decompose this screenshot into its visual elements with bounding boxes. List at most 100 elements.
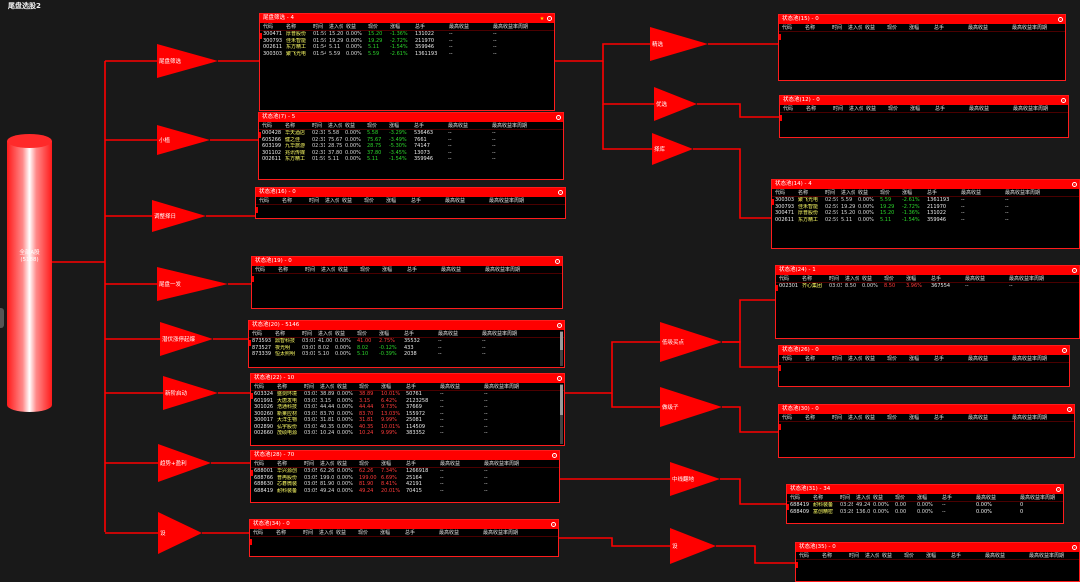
column-header[interactable]: 名称 <box>274 383 301 390</box>
gear-icon[interactable]: · <box>1072 545 1077 550</box>
column-header[interactable]: 代码 <box>780 105 803 112</box>
column-header[interactable]: 最高收益率周期 <box>1009 24 1053 31</box>
column-header[interactable]: 最高收益率周期 <box>480 529 524 536</box>
column-header[interactable]: 进入价 <box>326 23 343 30</box>
column-header[interactable]: 最高收益率周期 <box>1010 105 1054 112</box>
column-header[interactable]: 时间 <box>302 266 318 273</box>
column-header[interactable]: 最高收益率周期 <box>479 330 523 337</box>
column-header[interactable]: 现价 <box>365 23 387 30</box>
column-header[interactable]: 名称 <box>283 23 310 30</box>
column-header[interactable]: 最高收益 <box>446 23 490 30</box>
gear-icon[interactable]: · <box>1072 182 1077 187</box>
column-header[interactable]: 收益 <box>335 266 357 273</box>
table-row[interactable]: 873339 恒太照明 03:01 5.10 0.00% 5.10 -0.39% 2038 --… <box>249 351 564 358</box>
column-header[interactable]: 最高收益率周期 <box>489 122 533 129</box>
root-cylinder[interactable] <box>7 134 52 412</box>
column-header[interactable]: 进入价 <box>325 122 342 129</box>
column-header[interactable]: 名称 <box>279 197 306 204</box>
gear-icon[interactable]: · <box>1058 17 1063 22</box>
column-header[interactable]: 总手 <box>403 383 437 390</box>
column-header[interactable]: 最高收益率周期 <box>1006 275 1050 282</box>
column-header[interactable]: 最高收益 <box>445 122 489 129</box>
column-header[interactable]: 现价 <box>354 330 376 337</box>
column-header[interactable]: 最高收益率周期 <box>1026 552 1070 559</box>
column-header[interactable]: 进入价 <box>845 355 862 362</box>
branch-7-label[interactable]: 设 <box>160 529 166 537</box>
table-row[interactable]: 688419 耐科装备 03:05 49.24 0.00% 49.24 20.01% 7041… <box>251 488 559 495</box>
column-header[interactable]: 进入价 <box>838 189 855 196</box>
vertical-scrollbar[interactable] <box>560 331 563 366</box>
column-header[interactable]: 最高收益率周期 <box>481 460 525 467</box>
table-row[interactable]: 688409富创精密03:28136.000.00%0.000.00%--0.0… <box>787 509 1063 516</box>
column-header[interactable]: 现价 <box>361 197 383 204</box>
column-header[interactable]: 名称 <box>810 494 837 501</box>
column-header[interactable]: 收益 <box>334 460 356 467</box>
column-header[interactable]: 时间 <box>826 275 842 282</box>
state-pool-panel[interactable]: 状态池(15) - 0 · 代码 名称 时间 进入价 收益 现价 涨幅 总手 最高收益 最高收益率周期 <box>778 14 1066 81</box>
column-header[interactable]: 总手 <box>928 275 962 282</box>
gear-icon[interactable]: · <box>556 115 561 120</box>
column-header[interactable]: 代码 <box>260 23 283 30</box>
column-header[interactable]: 总手 <box>924 189 958 196</box>
column-header[interactable]: 时间 <box>301 383 317 390</box>
gear-icon[interactable]: · <box>557 323 562 328</box>
branch-1-label[interactable]: 小植 <box>159 136 170 144</box>
column-header[interactable]: 现价 <box>356 460 378 467</box>
gear-icon[interactable]: · <box>1056 487 1061 492</box>
gear-icon[interactable]: · <box>551 522 556 527</box>
column-header[interactable]: 总手 <box>948 552 982 559</box>
column-header[interactable]: 名称 <box>802 414 829 421</box>
table-row[interactable]: 002660 茂硕电源 03:03 10.24 0.00% 10.24 9.99% 38335… <box>251 430 564 437</box>
state-pool-panel[interactable]: 状态池(20) - 5146 · 代码 名称 时间 进入价 收益 现价 涨幅 总手 最高收益 最高收益… <box>248 320 565 368</box>
column-header[interactable]: 代码 <box>251 460 274 467</box>
column-header[interactable]: 最高收益率周期 <box>482 266 526 273</box>
column-header[interactable]: 最高收益率周期 <box>1002 189 1046 196</box>
filter-5-label[interactable]: 中线翻地 <box>672 475 694 483</box>
gear-icon[interactable]: · <box>558 190 563 195</box>
column-header[interactable]: 最高收益率周期 <box>1009 414 1053 421</box>
filter-4-label[interactable]: 做级子 <box>662 403 679 411</box>
column-header[interactable]: 代码 <box>796 552 819 559</box>
column-header[interactable]: 涨幅 <box>379 266 404 273</box>
column-header[interactable]: 最高收益 <box>965 355 1009 362</box>
column-header[interactable]: 现价 <box>877 189 899 196</box>
column-header[interactable]: 总手 <box>931 355 965 362</box>
state-pool-panel[interactable]: 尾盘筛选 - 4 ★ · 代码 名称 时间 进入价 收益 现价 涨幅 总手 最高收益 最高收益率周期 30… <box>259 13 555 111</box>
column-header[interactable]: 时间 <box>306 197 322 204</box>
state-pool-panel[interactable]: 状态池(31) - 34 · 代码 名称 时间 进入价 收益 现价 涨幅 总手 最高收益 最高收益率周… <box>786 484 1064 524</box>
column-header[interactable]: 代码 <box>779 355 802 362</box>
column-header[interactable]: 最高收益率周期 <box>1009 355 1053 362</box>
table-row[interactable]: 002301 齐心集团 03:03 8.50 0.00% 8.50 3.96% 367554-… <box>776 283 1079 290</box>
column-header[interactable]: 现价 <box>357 266 379 273</box>
column-header[interactable]: 涨幅 <box>906 355 931 362</box>
column-header[interactable]: 进入价 <box>317 460 334 467</box>
column-header[interactable]: 收益 <box>332 330 354 337</box>
branch-6-label[interactable]: 趋势+盈利 <box>160 459 187 467</box>
column-header[interactable]: 最高收益 <box>437 383 481 390</box>
column-header[interactable]: 涨幅 <box>899 189 924 196</box>
column-header[interactable]: 时间 <box>299 330 315 337</box>
column-header[interactable]: 收益 <box>870 494 892 501</box>
column-header[interactable]: 收益 <box>863 105 885 112</box>
column-header[interactable]: 进入价 <box>862 552 879 559</box>
column-header[interactable]: 涨幅 <box>906 414 931 421</box>
column-header[interactable]: 涨幅 <box>378 383 403 390</box>
column-header[interactable]: 名称 <box>802 24 829 31</box>
column-header[interactable]: 涨幅 <box>907 105 932 112</box>
column-header[interactable]: 名称 <box>272 330 299 337</box>
gear-icon[interactable]: · <box>552 453 557 458</box>
gear-icon[interactable]: · <box>557 376 562 381</box>
scrollbar-thumb[interactable] <box>560 385 563 415</box>
column-header[interactable]: 名称 <box>795 189 822 196</box>
column-header[interactable]: 进入价 <box>845 24 862 31</box>
column-header[interactable]: 进入价 <box>318 266 335 273</box>
gear-icon[interactable]: · <box>1067 407 1072 412</box>
column-header[interactable]: 进入价 <box>316 529 333 536</box>
column-header[interactable]: 总手 <box>932 105 966 112</box>
column-header[interactable]: 最高收益 <box>438 266 482 273</box>
column-header[interactable]: 时间 <box>830 105 846 112</box>
column-header[interactable]: 现价 <box>356 383 378 390</box>
column-header[interactable]: 总手 <box>403 460 437 467</box>
column-header[interactable]: 收益 <box>855 189 877 196</box>
column-header[interactable]: 名称 <box>282 122 309 129</box>
